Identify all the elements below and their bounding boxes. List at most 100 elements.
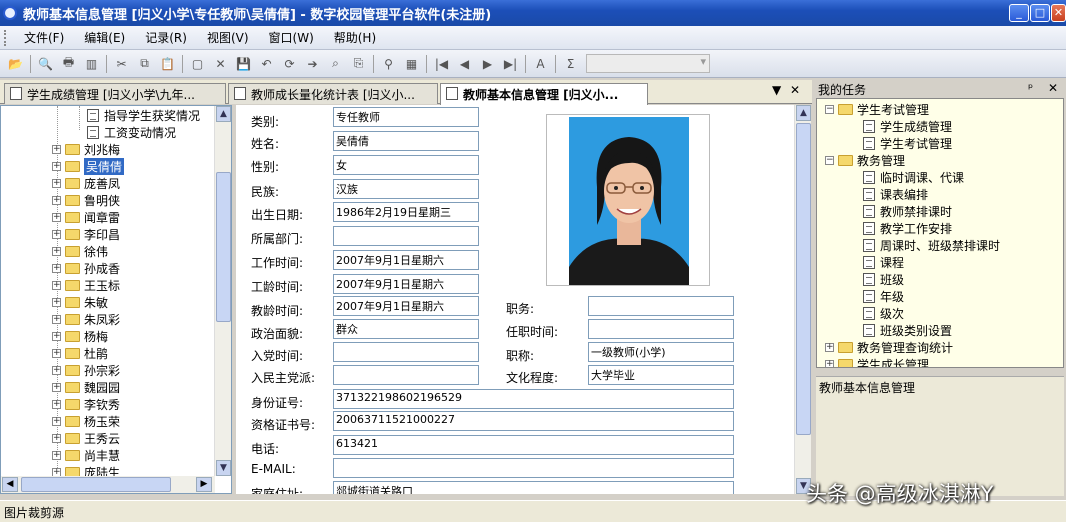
filter-icon[interactable]: ⚲ — [379, 55, 398, 73]
task-item[interactable]: 班级类别设置 — [863, 322, 952, 339]
delete-icon[interactable]: ✕ — [211, 55, 230, 73]
expand-icon[interactable]: + — [52, 366, 61, 375]
close-window-button[interactable]: ✕ — [1051, 4, 1066, 22]
refresh-icon[interactable]: ⟳ — [280, 55, 299, 73]
scroll-up-icon[interactable]: ▲ — [216, 106, 231, 122]
panel-close-icon[interactable]: ✕ — [1048, 81, 1058, 95]
scroll-up-icon[interactable]: ▲ — [796, 105, 811, 121]
menu-edit[interactable]: 编辑(E) — [74, 29, 135, 46]
tree-teacher-item[interactable]: + 闻章雷 — [52, 209, 120, 226]
expand-icon[interactable]: + — [52, 179, 61, 188]
teaching-date-field[interactable]: 2007年9月1日星期六 — [333, 296, 479, 316]
expand-icon[interactable]: + — [52, 315, 61, 324]
expand-icon[interactable]: + — [52, 400, 61, 409]
collapse-icon[interactable]: − — [825, 156, 834, 165]
tab-list-dropdown-icon[interactable]: ▼ — [772, 83, 781, 97]
copy-icon[interactable]: ⧉ — [135, 55, 154, 73]
email-field[interactable] — [333, 458, 734, 478]
task-item[interactable]: 课表编排 — [863, 186, 928, 203]
task-item[interactable]: 临时调课、代课 — [863, 169, 964, 186]
tree-teacher-item[interactable]: + 朱敏 — [52, 294, 108, 311]
gender-field[interactable]: 女 — [333, 155, 479, 175]
tree-doc-item[interactable]: 指导学生获奖情况 — [87, 107, 200, 124]
tree-teacher-item[interactable]: + 孙成香 — [52, 260, 120, 277]
cut-icon[interactable]: ✂ — [112, 55, 131, 73]
find-icon[interactable]: ⌕ — [326, 55, 345, 73]
title-field[interactable]: 一级教师(小学) — [588, 342, 734, 362]
expand-icon[interactable]: + — [52, 230, 61, 239]
democratic-party-field[interactable] — [333, 365, 479, 385]
tree-teacher-item[interactable]: + 杜鹃 — [52, 345, 108, 362]
tab-student-scores[interactable]: 学生成绩管理 [归义小学\九年... — [4, 83, 226, 104]
task-item[interactable]: 学生考试管理 — [863, 135, 952, 152]
tree-teacher-item[interactable]: + 孙宗彩 — [52, 362, 120, 379]
undo-icon[interactable]: ↶ — [257, 55, 276, 73]
tree-teacher-item[interactable]: + 杨玉荣 — [52, 413, 120, 430]
phone-field[interactable]: 613421 — [333, 435, 734, 455]
scroll-thumb[interactable] — [216, 172, 231, 322]
menu-grip[interactable] — [4, 29, 8, 46]
replace-icon[interactable]: ⎘ — [349, 55, 368, 73]
maximize-button[interactable]: □ — [1030, 4, 1050, 22]
tree-teacher-item[interactable]: + 杨梅 — [52, 328, 108, 345]
minimize-button[interactable]: _ — [1009, 4, 1029, 22]
menu-record[interactable]: 记录(R) — [135, 29, 197, 46]
tab-close-icon[interactable]: ✕ — [790, 83, 800, 97]
task-group[interactable]: + 教务管理查询统计 — [825, 339, 953, 356]
tab-teacher-info[interactable]: 教师基本信息管理 [归义小... — [440, 83, 648, 105]
expand-icon[interactable]: + — [52, 281, 61, 290]
tree-horizontal-scrollbar[interactable]: ◀ ▶ — [1, 476, 215, 493]
work-date-field[interactable]: 2007年9月1日星期六 — [333, 250, 479, 270]
menu-window[interactable]: 窗口(W) — [259, 29, 324, 46]
task-item[interactable]: 周课时、班级禁排课时 — [863, 237, 1000, 254]
id-number-field[interactable]: 371322198602196529 — [333, 389, 734, 409]
tenure-field[interactable] — [588, 319, 734, 339]
form-vertical-scrollbar[interactable]: ▲ ▼ — [794, 105, 811, 494]
position-field[interactable] — [588, 296, 734, 316]
expand-icon[interactable]: + — [52, 451, 61, 460]
expand-icon[interactable]: + — [825, 343, 834, 352]
tab-teacher-growth[interactable]: 教师成长量化统计表 [归义小... — [228, 83, 438, 104]
expand-icon[interactable]: + — [52, 298, 61, 307]
scroll-thumb[interactable] — [796, 123, 811, 435]
birth-date-field[interactable]: 1986年2月19日星期三 — [333, 202, 479, 222]
expand-icon[interactable]: + — [52, 434, 61, 443]
expand-icon[interactable]: + — [52, 162, 61, 171]
paste-icon[interactable]: 📋 — [158, 55, 177, 73]
tree-teacher-item[interactable]: + 魏园园 — [52, 379, 120, 396]
expand-icon[interactable]: + — [52, 247, 61, 256]
tree-teacher-item[interactable]: + 王秀云 — [52, 430, 120, 447]
task-item[interactable]: 教学工作安排 — [863, 220, 952, 237]
tree-teacher-item[interactable]: + 尚丰慧 — [52, 447, 120, 464]
category-field[interactable]: 专任教师 — [333, 107, 479, 127]
open-icon[interactable]: 📂 — [6, 55, 25, 73]
sum-icon[interactable]: Σ — [561, 55, 580, 73]
expand-icon[interactable]: + — [52, 196, 61, 205]
task-item[interactable]: 课程 — [863, 254, 904, 271]
ethnicity-field[interactable]: 汉族 — [333, 179, 479, 199]
print-preview-icon[interactable]: 🔍 — [36, 55, 55, 73]
menu-view[interactable]: 视图(V) — [197, 29, 259, 46]
tree-doc-item[interactable]: 工资变动情况 — [87, 124, 176, 141]
task-group[interactable]: − 学生考试管理 — [825, 101, 929, 118]
tree-teacher-item[interactable]: + 庞善凤 — [52, 175, 120, 192]
task-item[interactable]: 级次 — [863, 305, 904, 322]
tree-teacher-item[interactable]: + 朱凤彩 — [52, 311, 120, 328]
toolbar-combo[interactable] — [586, 54, 710, 73]
collapse-icon[interactable]: − — [825, 105, 834, 114]
first-record-icon[interactable]: |◀ — [432, 55, 451, 73]
tree-teacher-item[interactable]: + 吴倩倩 — [52, 158, 125, 175]
tree-teacher-item[interactable]: + 徐伟 — [52, 243, 108, 260]
scroll-thumb[interactable] — [21, 477, 171, 492]
last-record-icon[interactable]: ▶| — [501, 55, 520, 73]
expand-icon[interactable]: + — [52, 417, 61, 426]
tree-teacher-item[interactable]: + 王玉标 — [52, 277, 120, 294]
scroll-down-icon[interactable]: ▼ — [216, 460, 231, 476]
save-icon[interactable]: 💾 — [234, 55, 253, 73]
political-field[interactable]: 群众 — [333, 319, 479, 339]
scroll-left-icon[interactable]: ◀ — [2, 477, 18, 492]
certificate-field[interactable]: 20063711521000227 — [333, 411, 734, 431]
menu-file[interactable]: 文件(F) — [14, 29, 74, 46]
task-item[interactable]: 年级 — [863, 288, 904, 305]
expand-icon[interactable]: + — [52, 145, 61, 154]
